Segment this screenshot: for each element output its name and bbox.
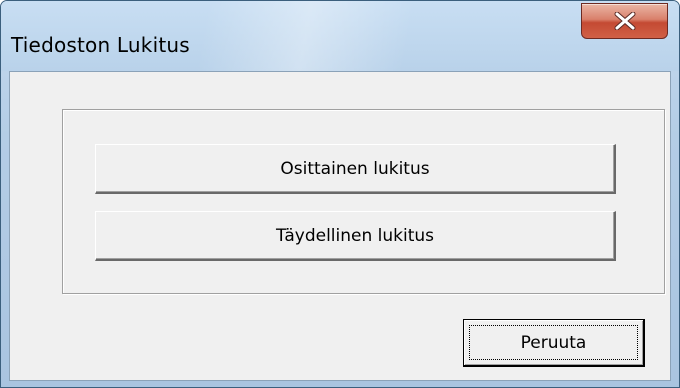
full-lock-button[interactable]: Täydellinen lukitus xyxy=(95,211,616,261)
close-icon xyxy=(614,12,636,30)
dialog-window: Tiedoston Lukitus Osittainen lukitus Täy… xyxy=(0,0,680,388)
cancel-label: Peruuta xyxy=(520,332,587,353)
title-bar[interactable]: Tiedoston Lukitus xyxy=(1,1,679,71)
full-lock-label: Täydellinen lukitus xyxy=(275,225,435,246)
partial-lock-label: Osittainen lukitus xyxy=(280,158,430,179)
close-button[interactable] xyxy=(581,3,668,39)
partial-lock-button[interactable]: Osittainen lukitus xyxy=(95,144,616,194)
cancel-button[interactable]: Peruuta xyxy=(463,319,645,367)
window-title: Tiedoston Lukitus xyxy=(11,33,190,57)
lock-options-groupbox xyxy=(62,109,665,294)
dialog-client-area: Osittainen lukitus Täydellinen lukitus P… xyxy=(9,71,671,381)
